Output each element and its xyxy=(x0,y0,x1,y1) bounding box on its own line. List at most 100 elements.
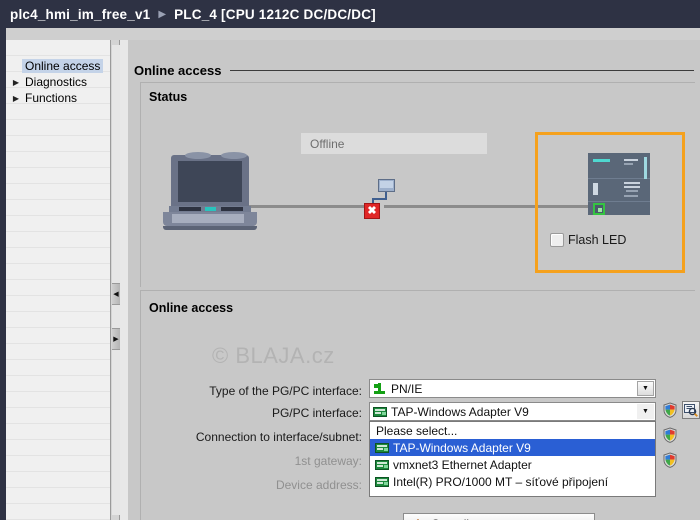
sidebar-item-online-access[interactable]: Online access xyxy=(10,58,104,74)
dropdown-option-tap-windows-adapter-v9[interactable]: TAP-Windows Adapter V9 xyxy=(370,439,655,456)
tree-row xyxy=(6,312,110,328)
flash-led-checkbox[interactable] xyxy=(550,233,564,247)
network-node-group: ✖ xyxy=(363,179,397,219)
sidebar-item-label: Online access xyxy=(22,59,104,73)
tree-row xyxy=(6,440,110,456)
field-label-interface-type: Type of the PG/PC interface: xyxy=(209,384,362,398)
splitter-expand-right-button[interactable]: ▶ xyxy=(112,328,120,350)
field-label-device-address: Device address: xyxy=(275,478,362,492)
top-strip xyxy=(0,28,700,40)
shield-icon[interactable] xyxy=(662,427,678,443)
tree-row xyxy=(6,232,110,248)
sidebar-item-diagnostics[interactable]: ▶ Diagnostics xyxy=(10,74,90,90)
dropdown-option-intel-pro-1000-mt[interactable]: Intel(R) PRO/1000 MT – síťové připojení xyxy=(370,473,655,490)
selected-device-frame[interactable]: Flash LED xyxy=(535,132,685,273)
tree-row xyxy=(6,264,110,280)
tree-row xyxy=(6,504,110,520)
pgpc-interface-value: TAP-Windows Adapter V9 xyxy=(391,404,529,419)
network-card-icon xyxy=(375,442,389,454)
chevron-down-icon[interactable]: ▼ xyxy=(637,381,654,396)
field-label-pgpc-interface: PG/PC interface: xyxy=(271,406,362,420)
watermark: © BLAJA.cz xyxy=(212,343,335,368)
network-card-icon xyxy=(375,459,389,471)
pnie-icon xyxy=(373,382,387,395)
tree-row xyxy=(6,488,110,504)
chevron-right-icon[interactable]: ▶ xyxy=(10,78,22,87)
tree-row xyxy=(6,40,110,56)
flash-led-row[interactable]: Flash LED xyxy=(550,233,626,247)
connection-state-text: Offline xyxy=(310,136,345,151)
tree-row xyxy=(6,456,110,472)
panel-splitter[interactable]: ◀ ▶ xyxy=(110,40,120,520)
tree-row xyxy=(6,360,110,376)
dropdown-option-please-select[interactable]: Please select... xyxy=(370,422,655,439)
page-title: Online access xyxy=(134,63,222,78)
dropdown-option-vmxnet3-ethernet-adapter[interactable]: vmxnet3 Ethernet Adapter xyxy=(370,456,655,473)
main-content: Online access Status Offline ✖ Flash LED… xyxy=(128,40,700,520)
breadcrumb-project[interactable]: plc4_hmi_im_free_v1 xyxy=(10,7,150,22)
titlebar: plc4_hmi_im_free_v1 ▶ PLC_4 [CPU 1212C D… xyxy=(0,0,700,28)
tree-row xyxy=(6,200,110,216)
shield-icon[interactable] xyxy=(662,452,678,468)
tree-row xyxy=(6,424,110,440)
tree-row xyxy=(6,184,110,200)
network-node-icon xyxy=(378,179,395,192)
breadcrumb-separator-icon: ▶ xyxy=(158,8,167,20)
go-online-button[interactable]: Go online xyxy=(403,513,595,520)
page-title-row: Online access xyxy=(134,63,694,78)
breadcrumb-device[interactable]: PLC_4 [CPU 1212C DC/DC/DC] xyxy=(174,7,376,22)
interface-type-value: PN/IE xyxy=(391,381,423,396)
tree-row xyxy=(6,408,110,424)
tree-row xyxy=(6,248,110,264)
online-access-section-title: Online access xyxy=(149,301,234,315)
search-accessible-devices-button[interactable] xyxy=(682,401,700,419)
tree-row xyxy=(6,296,110,312)
chevron-down-icon[interactable]: ▼ xyxy=(637,404,654,419)
tree-row xyxy=(6,328,110,344)
field-label-connection-subnet: Connection to interface/subnet: xyxy=(195,430,362,444)
tree-row xyxy=(6,216,110,232)
tree-row xyxy=(6,472,110,488)
network-card-icon xyxy=(375,476,389,488)
tree-row xyxy=(6,280,110,296)
field-label-first-gateway: 1st gateway: xyxy=(294,454,362,468)
shield-icon[interactable] xyxy=(662,402,678,418)
sidebar-item-functions[interactable]: ▶ Functions xyxy=(10,90,80,106)
online-access-group-panel: Online access © BLAJA.cz Type of the PG/… xyxy=(140,290,700,520)
tree-row-background xyxy=(6,40,110,520)
connection-state-bar: Offline xyxy=(301,133,487,154)
tree-row xyxy=(6,392,110,408)
tree-row xyxy=(6,104,110,120)
status-group-title: Status xyxy=(149,90,188,104)
plc-device-icon xyxy=(588,153,650,215)
go-online-plug-icon xyxy=(411,517,425,520)
interface-type-combobox[interactable]: PN/IE ▼ xyxy=(369,379,656,398)
dropdown-option-label: vmxnet3 Ethernet Adapter xyxy=(393,457,532,472)
tree-row xyxy=(6,120,110,136)
sidebar-item-label: Functions xyxy=(25,91,78,105)
tree-row xyxy=(6,136,110,152)
tia-portal-online-access-window: plc4_hmi_im_free_v1 ▶ PLC_4 [CPU 1212C D… xyxy=(0,0,700,520)
pgpc-interface-combobox[interactable]: TAP-Windows Adapter V9 ▼ xyxy=(369,402,656,421)
splitter-track[interactable] xyxy=(112,45,120,515)
tree-row xyxy=(6,376,110,392)
tree-row xyxy=(6,152,110,168)
pg-pc-laptop-icon xyxy=(163,152,257,231)
go-online-label: Go online xyxy=(431,517,482,520)
navigation-tree-panel[interactable]: Online access ▶ Diagnostics ▶ Functions xyxy=(6,40,110,520)
tree-row xyxy=(6,344,110,360)
tree-row xyxy=(6,168,110,184)
node-elbow xyxy=(372,198,387,200)
status-group-panel: Status Offline ✖ Flash LED xyxy=(140,82,695,287)
chevron-right-icon[interactable]: ▶ xyxy=(10,94,22,103)
splitter-gap xyxy=(120,40,128,520)
dropdown-option-label: Intel(R) PRO/1000 MT – síťové připojení xyxy=(393,474,609,489)
pgpc-interface-dropdown-list[interactable]: Please select... TAP-Windows Adapter V9 … xyxy=(369,421,656,497)
splitter-collapse-left-button[interactable]: ◀ xyxy=(112,283,120,305)
sidebar-item-label: Diagnostics xyxy=(25,75,88,89)
connection-error-icon: ✖ xyxy=(364,203,380,219)
dropdown-option-label: TAP-Windows Adapter V9 xyxy=(393,440,531,455)
network-card-icon xyxy=(373,406,387,418)
dropdown-option-label: Please select... xyxy=(376,423,458,438)
title-rule xyxy=(230,70,694,71)
